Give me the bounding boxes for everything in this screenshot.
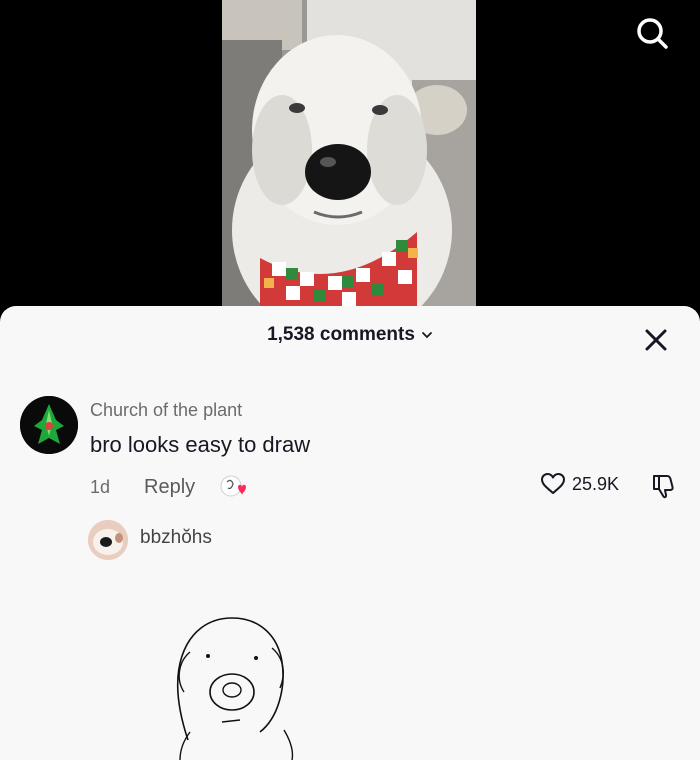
dislike-button[interactable]: [650, 472, 678, 500]
comment-meta: 1d Reply: [90, 474, 249, 500]
plant-avatar-icon: [20, 396, 78, 454]
chevron-down-icon: [422, 332, 432, 339]
dog-photo-icon: [222, 0, 476, 306]
close-icon: [645, 329, 667, 351]
reply-avatar[interactable]: [88, 520, 128, 560]
dog-line-drawing-icon: [176, 617, 294, 760]
like-button[interactable]: 25.9K: [540, 472, 619, 496]
reply-button[interactable]: Reply: [144, 476, 195, 499]
creator-liked-badge: [219, 474, 249, 500]
comment-username[interactable]: Church of the plant: [90, 400, 242, 421]
reply-username[interactable]: bbzhŏhs: [140, 527, 212, 549]
thumbs-down-icon: [653, 475, 674, 499]
comment-text: bro looks easy to draw: [90, 432, 311, 457]
comment-count-label: 1,538 comments: [267, 324, 415, 345]
avatar[interactable]: [20, 396, 78, 454]
like-count: 25.9K: [572, 473, 620, 494]
search-button[interactable]: [632, 14, 672, 54]
heart-icon: [541, 473, 565, 494]
comments-header: 1,538 comments: [0, 324, 700, 346]
video-area: [0, 0, 700, 320]
comment-age: 1d: [90, 476, 111, 497]
search-icon: [637, 18, 668, 49]
dog-video[interactable]: [222, 0, 476, 306]
dog-avatar-icon: [88, 520, 128, 560]
comment-count-toggle[interactable]: 1,538 comments: [267, 324, 433, 346]
creator-heart-icon: [220, 475, 247, 497]
close-button[interactable]: [642, 326, 670, 354]
reply-drawing-image[interactable]: [160, 600, 320, 760]
comments-sheet: 1,538 comments Church of the plant bro l…: [0, 306, 700, 760]
